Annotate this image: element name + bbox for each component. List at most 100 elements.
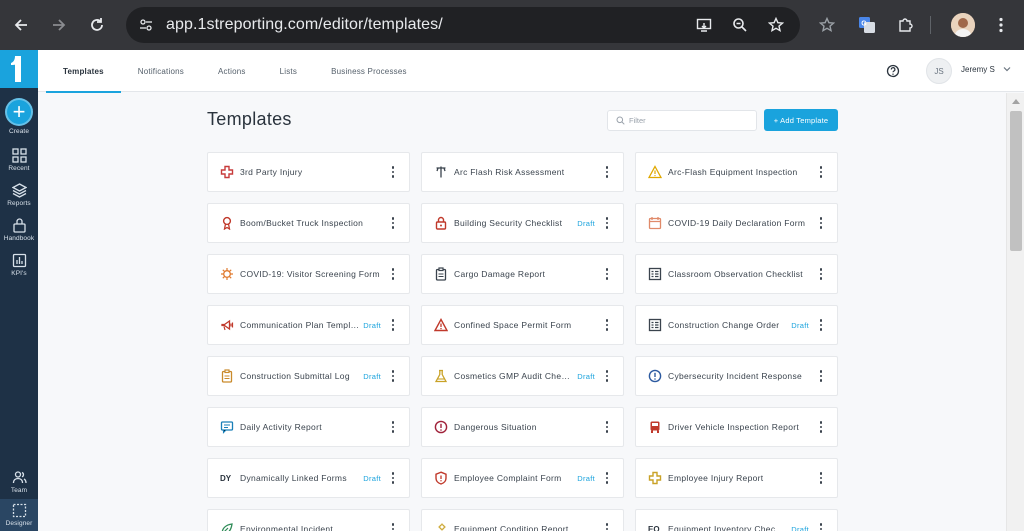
template-name: Employee Injury Report <box>668 473 764 483</box>
more-options-icon[interactable] <box>385 268 401 280</box>
more-options-icon[interactable] <box>385 472 401 484</box>
template-card-dangerous-situation[interactable]: Dangerous Situation <box>421 407 624 447</box>
cast-icon[interactable] <box>694 15 714 35</box>
more-options-icon[interactable] <box>599 523 615 531</box>
template-card-arc-flash-risk-assessment[interactable]: Arc Flash Risk Assessment <box>421 152 624 192</box>
page-scrollbar[interactable] <box>1006 93 1024 531</box>
more-options-icon[interactable] <box>599 472 615 484</box>
tab-business-processes[interactable]: Business Processes <box>314 50 424 92</box>
header-tabs: Templates Notifications Actions Lists Bu… <box>46 50 424 93</box>
template-card-cybersecurity-incident-response[interactable]: Cybersecurity Incident Response <box>635 356 838 396</box>
template-card-building-security-checklist[interactable]: Building Security Checklist Draft <box>421 203 624 243</box>
template-card-3rd-party-injury[interactable]: 3rd Party Injury <box>207 152 410 192</box>
template-card-construction-change-order[interactable]: Construction Change Order Draft <box>635 305 838 345</box>
more-options-icon[interactable] <box>813 472 829 484</box>
template-card-equipment-inventory-checklist[interactable]: EQ Equipment Inventory Checklist Draft <box>635 509 838 531</box>
template-card-communication-plan-template[interactable]: Communication Plan Template Draft <box>207 305 410 345</box>
template-card-employee-injury-report[interactable]: Employee Injury Report <box>635 458 838 498</box>
template-card-cargo-damage-report[interactable]: Cargo Damage Report <box>421 254 624 294</box>
more-options-icon[interactable] <box>599 421 615 433</box>
clipboard-icon <box>220 369 234 383</box>
user-name[interactable]: Jeremy S <box>961 65 995 74</box>
more-options-icon[interactable] <box>385 217 401 229</box>
rail-handbook[interactable]: Handbook <box>0 218 38 242</box>
more-options-icon[interactable] <box>385 166 401 178</box>
user-avatar[interactable]: JS <box>926 58 952 84</box>
tab-templates[interactable]: Templates <box>46 50 121 93</box>
template-card-classroom-observation-checklist[interactable]: Classroom Observation Checklist <box>635 254 838 294</box>
chevron-down-icon[interactable] <box>1003 65 1011 75</box>
utility-pole-icon <box>434 165 448 179</box>
add-template-button[interactable]: + Add Template <box>764 109 838 131</box>
info-circle-icon <box>648 369 662 383</box>
rail-designer[interactable]: Designer <box>0 499 38 531</box>
template-card-confined-space-permit-form[interactable]: Confined Space Permit Form <box>421 305 624 345</box>
more-options-icon[interactable] <box>599 319 615 331</box>
designer-icon <box>12 503 26 518</box>
template-card-cosmetics-gmp-audit-checklist[interactable]: Cosmetics GMP Audit Checklist Draft <box>421 356 624 396</box>
template-name: Environmental Incident <box>240 524 334 531</box>
back-arrow-icon[interactable] <box>8 12 34 38</box>
tab-notifications[interactable]: Notifications <box>121 50 201 92</box>
template-card-covid-19-visitor-screening-form[interactable]: COVID-19: Visitor Screening Form <box>207 254 410 294</box>
template-card-boom-bucket-truck-inspection[interactable]: Boom/Bucket Truck Inspection <box>207 203 410 243</box>
filter-input[interactable] <box>629 116 749 125</box>
template-card-construction-submittal-log[interactable]: Construction Submittal Log Draft <box>207 356 410 396</box>
more-options-icon[interactable] <box>599 370 615 382</box>
extensions-puzzle-icon[interactable] <box>894 14 916 36</box>
more-options-icon[interactable] <box>813 523 829 531</box>
more-options-icon[interactable] <box>385 319 401 331</box>
svg-text:G: G <box>861 21 867 28</box>
app-logo[interactable] <box>0 50 38 88</box>
rail-kpis[interactable]: KPI's <box>0 253 38 277</box>
more-options-icon[interactable] <box>385 370 401 382</box>
reading-list-star-icon[interactable] <box>816 14 838 36</box>
scroll-up-arrow-icon[interactable] <box>1012 99 1020 104</box>
draft-badge: Draft <box>363 320 381 330</box>
more-options-icon[interactable] <box>599 166 615 178</box>
warning-triangle-icon <box>648 165 662 179</box>
filter-box[interactable] <box>607 110 757 131</box>
help-icon[interactable] <box>886 64 900 78</box>
more-options-icon[interactable] <box>813 268 829 280</box>
rail-create[interactable]: + Create <box>0 98 38 135</box>
profile-avatar[interactable] <box>951 13 975 37</box>
template-card-environmental-incident[interactable]: Environmental Incident <box>207 509 410 531</box>
plus-icon[interactable]: + <box>5 98 33 126</box>
more-options-icon[interactable] <box>813 370 829 382</box>
forward-arrow-icon[interactable] <box>46 12 72 38</box>
layers-icon <box>11 183 27 198</box>
bookmark-star-icon[interactable] <box>766 15 786 35</box>
scrollbar-thumb[interactable] <box>1010 111 1022 251</box>
tab-actions[interactable]: Actions <box>201 50 263 92</box>
template-card-covid-19-daily-declaration-form[interactable]: COVID-19 Daily Declaration Form <box>635 203 838 243</box>
template-card-dynamically-linked-forms[interactable]: DY Dynamically Linked Forms Draft <box>207 458 410 498</box>
rail-recent[interactable]: Recent <box>0 148 38 172</box>
more-options-icon[interactable] <box>813 166 829 178</box>
url-text: app.1streporting.com/editor/templates/ <box>166 16 443 33</box>
site-settings-icon[interactable] <box>136 15 156 35</box>
rail-team[interactable]: Team <box>0 470 38 494</box>
zoom-icon[interactable] <box>730 15 750 35</box>
template-name: COVID-19: Visitor Screening Form <box>240 269 380 279</box>
template-card-employee-complaint-form[interactable]: Employee Complaint Form Draft <box>421 458 624 498</box>
more-options-icon[interactable] <box>599 217 615 229</box>
more-options-icon[interactable] <box>599 268 615 280</box>
more-options-icon[interactable] <box>385 421 401 433</box>
template-card-equipment-condition-report[interactable]: Equipment Condition Report <box>421 509 624 531</box>
template-name: Confined Space Permit Form <box>454 320 572 330</box>
more-options-icon[interactable] <box>813 319 829 331</box>
template-card-daily-activity-report[interactable]: Daily Activity Report <box>207 407 410 447</box>
template-card-driver-vehicle-inspection-report[interactable]: Driver Vehicle Inspection Report <box>635 407 838 447</box>
more-options-icon[interactable] <box>813 421 829 433</box>
more-options-icon[interactable] <box>385 523 401 531</box>
reload-icon[interactable] <box>84 12 110 38</box>
template-card-arc-flash-equipment-inspection[interactable]: Arc-Flash Equipment Inspection <box>635 152 838 192</box>
browser-menu-icon[interactable] <box>990 14 1012 36</box>
translate-icon[interactable]: G <box>856 14 878 36</box>
exclamation-circle-icon <box>434 420 448 434</box>
more-options-icon[interactable] <box>813 217 829 229</box>
rail-reports[interactable]: Reports <box>0 183 38 207</box>
tab-lists[interactable]: Lists <box>263 50 314 92</box>
address-bar[interactable]: app.1streporting.com/editor/templates/ <box>126 7 800 43</box>
